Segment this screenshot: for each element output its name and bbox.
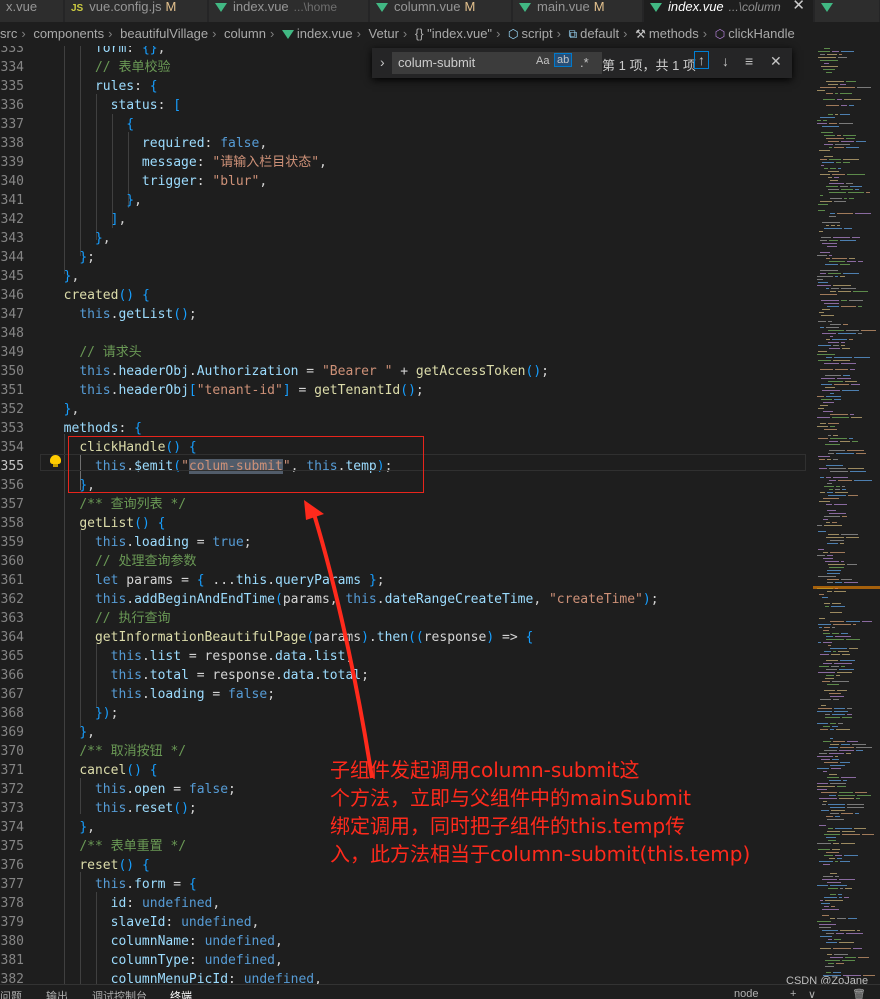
- panel-tab-problems[interactable]: 问题: [0, 988, 22, 999]
- new-terminal-button[interactable]: +: [790, 988, 796, 999]
- annotation-text: 子组件发起调用column-submit这 个方法，立即与父组件中的mainSu…: [330, 756, 810, 868]
- arrow-head: [304, 500, 324, 520]
- annotation-line: 子组件发起调用column-submit这: [330, 758, 640, 782]
- trash-icon[interactable]: 🗑: [852, 988, 866, 999]
- panel-tab-output[interactable]: 输出: [46, 988, 68, 999]
- panel-tab-debug-console[interactable]: 调试控制台: [92, 988, 147, 999]
- bottom-panel: 问题 输出 调试控制台 终端 node + ∨ 🗑: [0, 984, 880, 999]
- terminal-dropdown-icon[interactable]: ∨: [808, 988, 816, 999]
- annotation-line: 入，此方法相当于column-submit(this.temp): [330, 842, 751, 866]
- arrow-shaft: [312, 513, 374, 779]
- terminal-select[interactable]: node: [734, 988, 758, 999]
- annotation-line: 个方法，立即与父组件中的mainSubmit: [330, 786, 691, 810]
- annotation-line: 绑定调用，同时把子组件的this.temp传: [330, 814, 686, 838]
- panel-tab-terminal[interactable]: 终端: [170, 988, 192, 999]
